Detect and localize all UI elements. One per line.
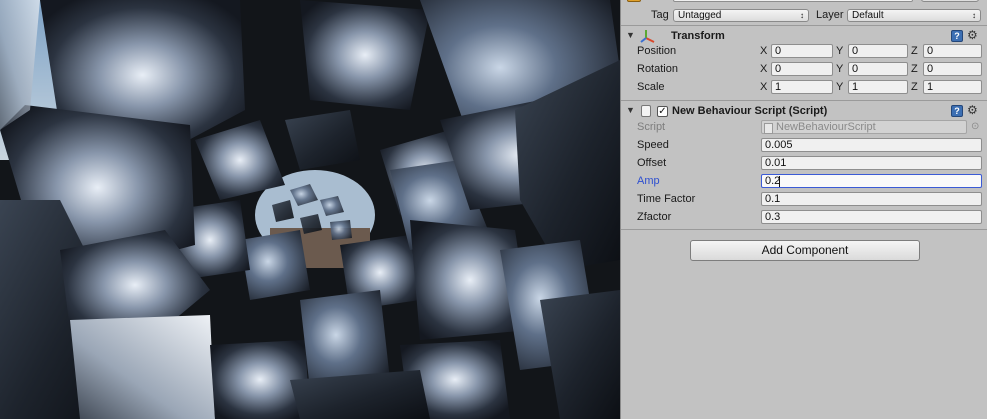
scale-row: Scale X 1 Y 1 Z 1 [621, 79, 987, 97]
zfactor-row: Zfactor 0.3 [621, 209, 987, 227]
tag-label: Tag [651, 9, 669, 21]
axis-y-label: Y [836, 63, 844, 75]
foldout-arrow-icon[interactable]: ▼ [626, 30, 635, 40]
zfactor-field[interactable]: 0.3 [761, 210, 982, 224]
tag-layer-row: Tag Untagged ↕ Layer Default ↕ [621, 7, 987, 25]
transform-icon [640, 30, 655, 43]
scale-y-field[interactable]: 1 [848, 80, 908, 94]
axis-x-label: X [760, 63, 768, 75]
speed-label: Speed [637, 139, 669, 151]
inspector-panel: Tag Untagged ↕ Layer Default ↕ ▼ Transfo… [620, 0, 987, 419]
static-dropdown[interactable] [921, 0, 979, 2]
script-value: NewBehaviourScript [776, 121, 876, 133]
axis-z-label: Z [911, 45, 918, 57]
gameobject-header-strip [621, 0, 987, 3]
axis-z-label: Z [911, 63, 918, 75]
script-component-title: New Behaviour Script (Script) [672, 105, 828, 117]
script-object-field: NewBehaviourScript [761, 120, 967, 134]
offset-field[interactable]: 0.01 [761, 156, 982, 170]
layer-value: Default [852, 10, 884, 21]
offset-label: Offset [637, 157, 667, 169]
axis-x-label: X [760, 45, 768, 57]
position-label: Position [637, 45, 677, 57]
amp-field[interactable]: 0.2 [761, 174, 982, 188]
rotation-label: Rotation [637, 63, 678, 75]
text-cursor [779, 176, 780, 187]
transform-title: Transform [671, 30, 725, 42]
script-reference-row: Script NewBehaviourScript ⊙ [621, 119, 987, 137]
zfactor-label: Zfactor [637, 211, 672, 223]
position-row: Position X 0 Y 0 Z 0 [621, 43, 987, 61]
axis-y-label: Y [836, 45, 844, 57]
add-component-button[interactable]: Add Component [690, 240, 920, 261]
speed-row: Speed 0.005 [621, 137, 987, 155]
scene-viewport[interactable] [0, 0, 620, 419]
scale-x-field[interactable]: 1 [771, 80, 833, 94]
gameobject-cube-icon [627, 0, 641, 2]
time-factor-label: Time Factor [637, 193, 696, 205]
time-factor-field[interactable]: 0.1 [761, 192, 982, 206]
script-file-icon [641, 105, 651, 117]
help-icon[interactable]: ? [951, 105, 963, 117]
script-label: Script [637, 121, 666, 133]
tag-dropdown[interactable]: Untagged ↕ [673, 9, 809, 22]
dropdown-arrow-icon: ↕ [800, 11, 804, 20]
tag-value: Untagged [678, 10, 722, 21]
offset-row: Offset 0.01 [621, 155, 987, 173]
cube-tunnel-render [0, 0, 620, 419]
axis-z-label: Z [911, 81, 918, 93]
rotation-y-field[interactable]: 0 [848, 62, 908, 76]
axis-x-label: X [760, 81, 768, 93]
object-picker-icon: ⊙ [971, 121, 980, 132]
script-asset-icon [764, 123, 773, 134]
time-factor-row: Time Factor 0.1 [621, 191, 987, 209]
gear-icon[interactable]: ⚙ [967, 28, 978, 42]
gameobject-name-field[interactable] [673, 0, 913, 2]
scale-label: Scale [637, 81, 665, 93]
position-x-field[interactable]: 0 [771, 44, 833, 58]
amp-row: Amp 0.2 [621, 173, 987, 191]
foldout-arrow-icon[interactable]: ▼ [626, 105, 635, 115]
position-y-field[interactable]: 0 [848, 44, 908, 58]
component-enabled-checkbox[interactable]: ✓ [657, 106, 668, 117]
speed-field[interactable]: 0.005 [761, 138, 982, 152]
help-icon[interactable]: ? [951, 30, 963, 42]
axis-y-label: Y [836, 81, 844, 93]
section-divider [621, 229, 987, 230]
layer-dropdown[interactable]: Default ↕ [847, 9, 981, 22]
rotation-x-field[interactable]: 0 [771, 62, 833, 76]
rotation-row: Rotation X 0 Y 0 Z 0 [621, 61, 987, 79]
dropdown-arrow-icon: ↕ [972, 11, 976, 20]
rotation-z-field[interactable]: 0 [923, 62, 982, 76]
position-z-field[interactable]: 0 [923, 44, 982, 58]
scale-z-field[interactable]: 1 [923, 80, 982, 94]
layer-label: Layer [816, 9, 844, 21]
gear-icon[interactable]: ⚙ [967, 103, 978, 117]
amp-label: Amp [637, 175, 660, 187]
script-component-header[interactable]: ▼ ✓ New Behaviour Script (Script) ? ⚙ [621, 100, 987, 121]
